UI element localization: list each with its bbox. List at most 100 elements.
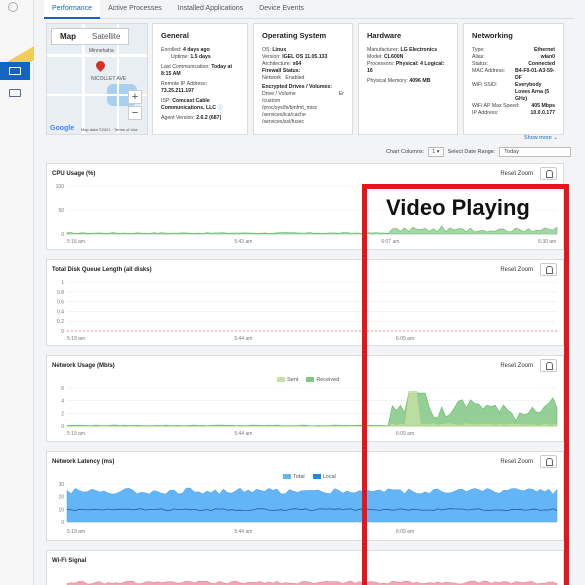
date-range-input[interactable]: Today (499, 147, 572, 157)
globe-icon[interactable] (8, 2, 18, 12)
map-tab-map[interactable]: Map (52, 29, 84, 44)
legend-item[interactable]: Received (306, 377, 339, 383)
tab-bar: Performance Active Processes Installed A… (44, 0, 574, 19)
zoom-out-button[interactable]: − (128, 106, 142, 120)
networking-rows: Type: Ethernet Alias: wlan0 Status: Connected… (472, 47, 555, 117)
label: WiFi AP Max Speed: (472, 103, 520, 109)
y-tick-label: 4 (61, 399, 64, 405)
map-footer[interactable]: Map data ©2021 · Terms of Use (81, 127, 138, 132)
value: 4096 MB (409, 78, 431, 84)
encrypted-row: /custom (262, 98, 344, 105)
enrolled-row: Enrolled: 4 days ago (161, 47, 239, 54)
status: Er (338, 91, 344, 97)
reset-zoom-button[interactable]: Reset Zoom (500, 459, 533, 465)
agent-version-row: Agent Version: 2.6.2 (687) (161, 115, 239, 122)
left-sidebar (0, 0, 34, 585)
sidebar-item-devices[interactable] (0, 62, 30, 80)
label: OS: (262, 47, 271, 53)
value: wlan0 (540, 54, 555, 60)
value: Everybody Loves Arna (5 GHz) (515, 82, 550, 102)
legend-swatch (312, 474, 321, 480)
value: LG Electronics (400, 47, 438, 53)
tab-active-processes[interactable]: Active Processes (100, 0, 170, 19)
reset-zoom-button[interactable]: Reset Zoom (500, 363, 533, 369)
sidebar-item-reports[interactable] (0, 84, 30, 102)
label: Version: (262, 54, 281, 60)
y-tick-label: 0.4 (57, 309, 64, 315)
value: 1.5 days (190, 54, 211, 60)
x-tick-label: 5:19 am (67, 336, 85, 342)
x-tick-label: 6:07 am (381, 239, 399, 245)
bell-icon[interactable] (540, 263, 557, 276)
zoom-in-button[interactable]: + (128, 90, 142, 104)
chart-columns-select[interactable]: 1 ▾ (428, 147, 444, 157)
page: Performance Active Processes Installed A… (0, 0, 585, 585)
reset-zoom-button[interactable]: Reset Zoom (500, 171, 533, 177)
legend-item[interactable]: Total (283, 474, 305, 480)
tab-performance[interactable]: Performance (44, 0, 101, 19)
networking-row: MAC Address: B4-F0-01-A3-59-DF (472, 68, 555, 82)
value: Encrypted Drives / Volumes: (262, 84, 332, 90)
y-tick-label: 0 (61, 520, 64, 526)
label: WiFi SSID: (472, 82, 498, 88)
label: IP Address: (472, 110, 499, 116)
video-playing-label: Video Playing (386, 195, 530, 220)
hardware-card: Hardware Manufacturer: LG Electronics Mo… (358, 23, 458, 135)
label: Alias: (472, 54, 485, 60)
show-more-link[interactable]: Show more ⌄ (524, 135, 558, 141)
image-icon (9, 89, 21, 97)
operating-system-card: Operating System OS: Linux Version: IGEL… (253, 23, 353, 135)
label: Drive / Volume (262, 91, 296, 97)
bell-icon[interactable] (540, 167, 557, 180)
value: IGEL OS 11.05.133 (282, 54, 328, 60)
tab-installed-applications[interactable]: Installed Applications (170, 0, 251, 19)
label: /custom (262, 98, 281, 104)
map-card[interactable]: Map Satellite Minnehaha NICOLLET AVE + −… (46, 23, 148, 135)
y-tick-label: 50 (58, 208, 64, 214)
cpu-area-series (66, 225, 558, 235)
y-tick-label: 1 (61, 280, 64, 286)
legend-label: Local (322, 474, 336, 480)
network-latency-panel: 30 20 10 0 5:19 am 5:44 am 6:09 am Network Lat… (46, 451, 564, 541)
memory-row: Physical Memory: 4096 MB (367, 78, 449, 85)
hardware-title: Hardware (367, 31, 402, 40)
x-tick-label: 5:19 am (67, 529, 85, 535)
y-tick-label: 0.8 (57, 290, 64, 296)
value: Firewall Status: (262, 68, 301, 74)
encrypted-row: /proc/sys/fs/binfmt_misc (262, 105, 344, 112)
label: Status: (472, 61, 489, 67)
location-pin-icon[interactable] (94, 59, 107, 72)
map-tab-satellite[interactable]: Satellite (84, 29, 128, 44)
map-road (47, 54, 147, 57)
tab-device-events[interactable]: Device Events (251, 0, 312, 19)
bell-icon[interactable] (540, 359, 557, 372)
value: 2.6.2 (687) (196, 115, 222, 121)
label: Agent Version: (161, 115, 195, 121)
info-icon[interactable]: ⓘ (218, 105, 223, 111)
networking-row: WiFi SSID: Everybody Loves Arna (5 GHz) (472, 82, 555, 103)
y-tick-label: 0 (61, 424, 64, 430)
legend-item[interactable]: Sent (277, 377, 298, 383)
label: Architecture: (262, 61, 292, 67)
chart-title: Network Latency (ms) (52, 459, 115, 465)
label: Physical Memory: (367, 78, 408, 84)
x-tick-label: 5:19 am (67, 431, 85, 437)
x-tick-label: 6:09 am (396, 529, 414, 535)
chart-columns-value: 1 (432, 149, 436, 155)
label: Type: (472, 47, 485, 53)
map-area-label: NICOLLET AVE (91, 76, 127, 82)
label: /services/ssl/fusec (262, 119, 305, 125)
legend-item[interactable]: Local (312, 474, 336, 480)
networking-row: Alias: wlan0 (472, 54, 555, 61)
version-row: Version: IGEL OS 11.05.133 (262, 54, 344, 61)
chart-title: Wi-Fi Signal (52, 558, 87, 564)
reset-zoom-button[interactable]: Reset Zoom (500, 267, 533, 273)
network-usage-panel: 6 4 2 0 5:19 am 5:44 am 6:09 am Network Usage … (46, 355, 564, 442)
received-area-series (66, 392, 558, 427)
google-logo: Google (50, 125, 75, 132)
bell-icon[interactable] (540, 455, 557, 468)
legend-swatch (306, 377, 315, 383)
legend-swatch (283, 474, 291, 480)
general-title: General (161, 31, 189, 40)
y-tick-label: 10 (58, 507, 64, 513)
